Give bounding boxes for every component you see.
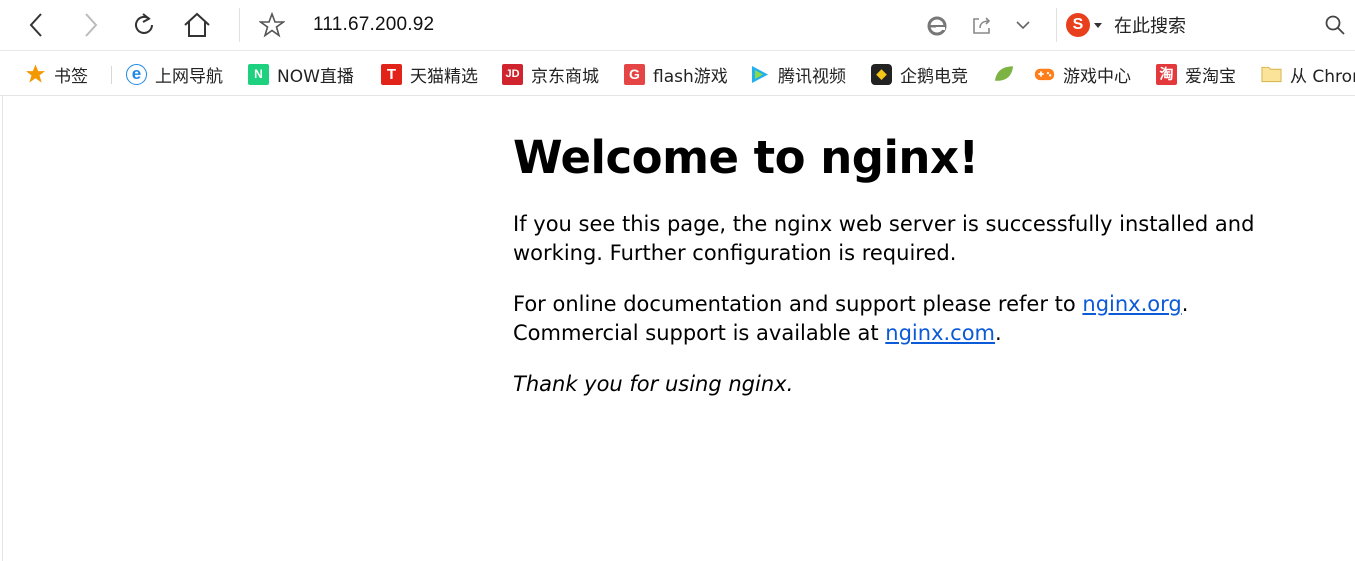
bookmark-item-tencent-video[interactable]: 腾讯视频 xyxy=(749,62,846,87)
chevron-left-icon xyxy=(27,12,45,38)
dropdown-button[interactable] xyxy=(1008,10,1038,40)
bookmark-item-jd[interactable]: JD 京东商城 xyxy=(502,62,599,87)
gamepad-icon xyxy=(1034,64,1055,85)
home-button[interactable] xyxy=(182,10,212,40)
bookmark-item-bookmarks[interactable]: 书签 xyxy=(25,62,88,87)
jd-icon: JD xyxy=(502,63,523,85)
chevron-right-icon xyxy=(82,12,100,38)
nginx-org-link[interactable]: nginx.org xyxy=(1082,292,1181,316)
taobao-icon: 淘 xyxy=(1156,63,1177,85)
now-icon: N xyxy=(248,63,269,85)
browser-toolbar: 111.67.200.92 S 在此搜索 xyxy=(0,0,1355,51)
bookmark-star-button[interactable] xyxy=(257,10,287,40)
back-button[interactable] xyxy=(21,10,51,40)
intro-paragraph: If you see this page, the nginx web serv… xyxy=(513,212,1255,265)
tencent-video-icon xyxy=(749,64,770,85)
bookmarks-divider xyxy=(111,66,112,84)
bookmark-item-from-chrome[interactable]: 从 Chrome xyxy=(1261,62,1355,87)
forward-button[interactable] xyxy=(76,10,106,40)
bookmark-item-game-center[interactable]: 游戏中心 xyxy=(1034,62,1131,87)
bookmark-item-ai-taobao[interactable]: 淘 爱淘宝 xyxy=(1156,62,1236,87)
caret-down-icon[interactable] xyxy=(1094,22,1102,28)
search-icon xyxy=(1324,14,1346,36)
flash-icon: G xyxy=(624,63,645,85)
bookmarks-bar: 书签 e 上网导航 N NOW直播 T 天猫精选 JD 京东商城 G flash… xyxy=(0,52,1355,96)
page-content: Welcome to nginx! If you see this page, … xyxy=(513,124,1293,421)
ie-icon: e xyxy=(126,63,147,85)
toolbar-divider xyxy=(1056,8,1057,42)
ie-mode-button[interactable] xyxy=(922,10,952,40)
docs-paragraph: For online documentation and support ple… xyxy=(513,292,1189,345)
home-icon xyxy=(182,11,212,39)
thanks-paragraph: Thank you for using nginx. xyxy=(513,372,794,396)
search-button[interactable] xyxy=(1320,10,1350,40)
search-input[interactable]: 在此搜索 xyxy=(1114,12,1186,38)
star-outline-icon xyxy=(259,12,285,38)
bookmark-item-now-live[interactable]: N NOW直播 xyxy=(248,62,354,87)
leaf-icon xyxy=(993,64,1014,85)
share-button[interactable] xyxy=(967,10,997,40)
star-icon xyxy=(25,64,46,85)
ie-icon xyxy=(925,13,949,37)
bookmark-item-penguin-esports[interactable]: ◆ 企鹅电竞 xyxy=(871,62,968,87)
reload-icon xyxy=(130,11,158,39)
bookmark-item-tmall[interactable]: T 天猫精选 xyxy=(381,62,478,87)
bookmark-item-flash-games[interactable]: G flash游戏 xyxy=(624,62,728,87)
bookmark-item-leaf[interactable] xyxy=(993,62,1022,86)
reload-button[interactable] xyxy=(129,10,159,40)
search-engine-box[interactable]: S 在此搜索 xyxy=(1066,11,1186,39)
tmall-icon: T xyxy=(381,63,402,85)
nginx-com-link[interactable]: nginx.com xyxy=(885,321,995,345)
chevron-down-icon xyxy=(1015,19,1031,31)
share-icon xyxy=(971,14,993,36)
page-title: Welcome to nginx! xyxy=(513,131,979,184)
page-edge xyxy=(2,96,3,561)
penguin-esports-icon: ◆ xyxy=(871,63,892,85)
folder-icon xyxy=(1261,64,1282,85)
toolbar-divider xyxy=(239,8,240,42)
address-bar[interactable]: 111.67.200.92 xyxy=(313,12,434,38)
sogou-icon[interactable]: S xyxy=(1066,13,1090,37)
bookmark-item-nav[interactable]: e 上网导航 xyxy=(126,62,223,87)
